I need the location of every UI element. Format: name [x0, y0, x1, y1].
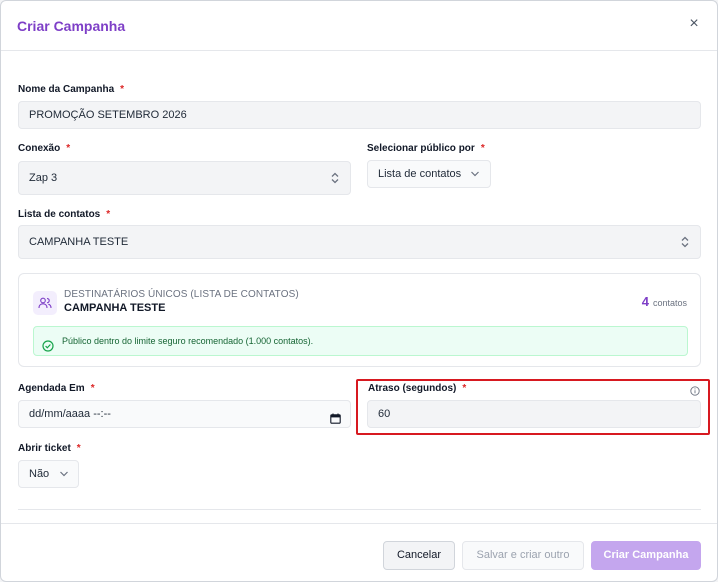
required-marker: * [106, 209, 111, 220]
audience-label: Selecionar público por * [367, 143, 485, 154]
connection-select-value: Zap 3 [29, 172, 58, 184]
chevron-down-icon [59, 461, 69, 487]
summary-count: 4 contatos [642, 294, 687, 309]
calendar-icon[interactable] [330, 408, 341, 434]
recipients-summary-card: DESTINATÁRIOS ÚNICOS (LISTA DE CONTATOS)… [18, 273, 701, 367]
required-marker: * [66, 143, 71, 154]
open-ticket-label: Abrir ticket * [18, 443, 81, 454]
dialog-header: Criar Campanha × [1, 1, 717, 51]
close-icon[interactable]: × [685, 15, 703, 33]
connection-select[interactable]: Zap 3 [18, 161, 351, 195]
connection-label-text: Conexão [18, 143, 61, 154]
dialog-title: Criar Campanha [17, 18, 126, 34]
safe-limit-alert-text: Público dentro do limite seguro recomend… [62, 336, 314, 346]
footer-divider [1, 523, 717, 524]
summary-caption: DESTINATÁRIOS ÚNICOS (LISTA DE CONTATOS) [64, 289, 299, 300]
cancel-button[interactable]: Cancelar [383, 541, 455, 570]
campaign-name-label-text: Nome da Campanha [18, 84, 115, 95]
chevron-up-down-icon [680, 226, 690, 258]
delay-highlight-box [356, 379, 710, 435]
create-campaign-button[interactable]: Criar Campanha [591, 541, 701, 570]
campaign-name-input[interactable]: PROMOÇÃO SETEMBRO 2026 [18, 101, 701, 129]
summary-count-unit: contatos [652, 298, 687, 308]
scheduled-at-label-text: Agendada Em [18, 383, 85, 394]
campaign-name-label: Nome da Campanha * [18, 84, 124, 95]
scheduled-at-placeholder: dd/mm/aaaa --:-- [29, 408, 111, 420]
required-marker: * [76, 443, 81, 454]
audience-select[interactable]: Lista de contatos [367, 160, 491, 188]
open-ticket-select-value: Não [29, 468, 50, 480]
summary-list-name: CAMPANHA TESTE [64, 302, 166, 314]
chevron-up-down-icon [330, 162, 340, 194]
create-campaign-dialog: Criar Campanha × Nome da Campanha * PROMO… [0, 0, 718, 582]
contact-list-select[interactable]: CAMPANHA TESTE [18, 225, 701, 259]
divider [18, 509, 701, 510]
audience-select-value: Lista de contatos [378, 168, 462, 180]
open-ticket-select[interactable]: Não [18, 460, 79, 488]
contact-list-label: Lista de contatos * [18, 209, 110, 220]
contact-list-select-value: CAMPANHA TESTE [29, 236, 129, 248]
audience-label-text: Selecionar público por [367, 143, 475, 154]
required-marker: * [120, 84, 125, 95]
summary-count-value: 4 [641, 294, 649, 309]
open-ticket-label-text: Abrir ticket [18, 443, 71, 454]
safe-limit-alert: Público dentro do limite seguro recomend… [33, 326, 688, 356]
users-icon [33, 291, 57, 315]
scheduled-at-input[interactable]: dd/mm/aaaa --:-- [18, 400, 351, 428]
save-and-create-another-button[interactable]: Salvar e criar outro [462, 541, 584, 570]
connection-label: Conexão * [18, 143, 70, 154]
chevron-down-icon [470, 161, 480, 187]
check-circle-icon [42, 335, 54, 363]
required-marker: * [90, 383, 95, 394]
scheduled-at-label: Agendada Em * [18, 383, 95, 394]
contact-list-label-text: Lista de contatos [18, 209, 101, 220]
required-marker: * [480, 143, 485, 154]
